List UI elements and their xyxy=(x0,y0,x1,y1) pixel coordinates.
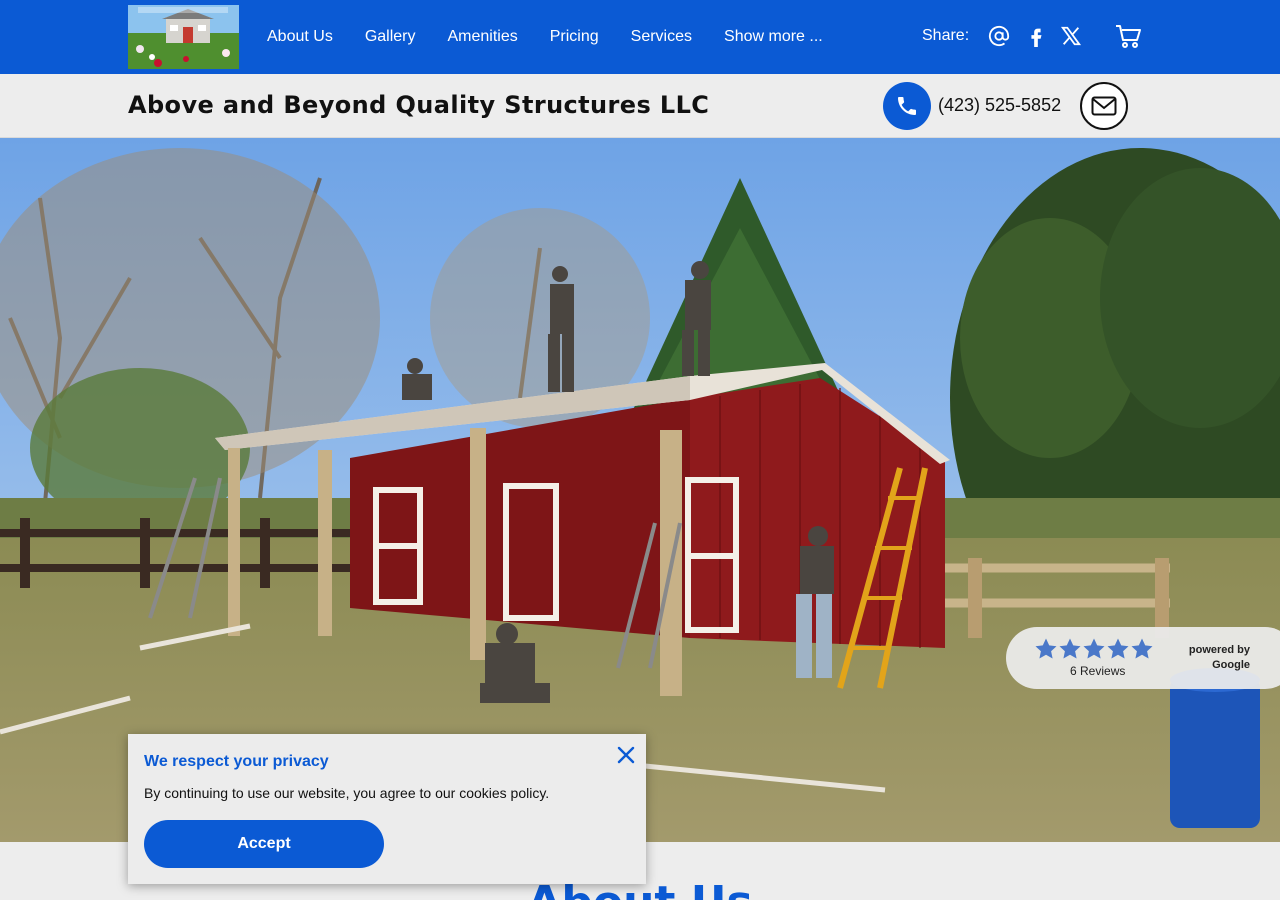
mail-icon xyxy=(1091,96,1117,116)
at-icon[interactable] xyxy=(988,25,1010,47)
powered-by-label: powered by xyxy=(1188,644,1250,656)
logo-image xyxy=(128,5,239,69)
phone-button[interactable] xyxy=(883,82,931,130)
site-title: Above and Beyond Quality Structures LLC xyxy=(128,91,710,119)
cookie-banner: We respect your privacy By continuing to… xyxy=(128,734,646,884)
star-icon xyxy=(1083,638,1105,659)
nav-services[interactable]: Services xyxy=(631,28,692,46)
cart-icon[interactable] xyxy=(1114,22,1142,50)
cookie-banner-title: We respect your privacy xyxy=(144,753,329,770)
cookie-banner-text: By continuing to use our website, you ag… xyxy=(144,785,550,801)
google-reviews-badge[interactable]: 6 Reviews powered by Google xyxy=(1006,627,1280,689)
star-icon xyxy=(1131,638,1153,659)
provider-label: Google xyxy=(1212,659,1250,671)
nav-about-us[interactable]: About Us xyxy=(267,28,333,46)
email-button[interactable] xyxy=(1080,82,1128,130)
nav-show-more[interactable]: Show more ... xyxy=(724,28,823,46)
star-icon xyxy=(1107,638,1129,659)
powered-by-google: powered by Google xyxy=(1174,643,1250,673)
nav-pricing[interactable]: Pricing xyxy=(550,28,599,46)
phone-number-link[interactable]: (423) 525-5852 xyxy=(938,95,1061,116)
main-nav: About Us Gallery Amenities Pricing Servi… xyxy=(267,0,823,74)
nav-amenities[interactable]: Amenities xyxy=(448,28,518,46)
close-icon[interactable] xyxy=(616,745,636,765)
logo[interactable] xyxy=(128,5,239,69)
accept-cookies-button[interactable]: Accept xyxy=(144,820,384,868)
star-icon xyxy=(1059,638,1081,659)
sub-header: Above and Beyond Quality Structures LLC … xyxy=(0,74,1280,138)
top-nav: About Us Gallery Amenities Pricing Servi… xyxy=(0,0,1280,74)
share-label: Share: xyxy=(922,27,970,44)
phone-icon xyxy=(898,97,916,115)
x-twitter-icon[interactable] xyxy=(1060,25,1082,47)
star-icon xyxy=(1035,638,1057,659)
nav-gallery[interactable]: Gallery xyxy=(365,28,416,46)
star-rating xyxy=(1034,637,1154,661)
reviews-count: 6 Reviews xyxy=(1070,664,1126,678)
facebook-icon[interactable] xyxy=(1025,25,1047,47)
